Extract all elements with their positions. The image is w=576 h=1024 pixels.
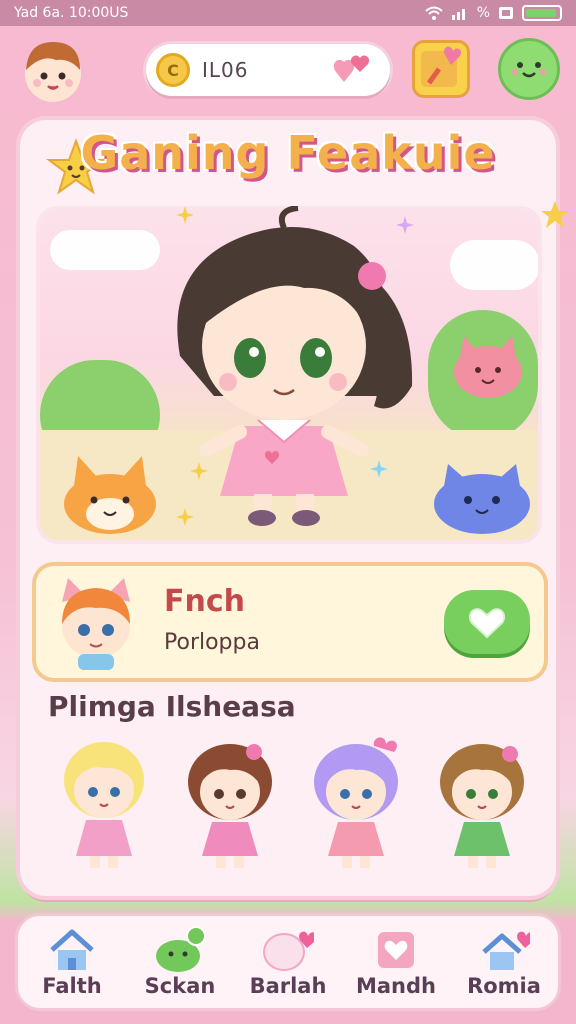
character-list — [40, 732, 540, 872]
profile-subtitle: Porloppa — [164, 630, 260, 655]
hero-character[interactable] — [154, 206, 434, 532]
status-bar: Yad 6a. 10:00US % — [0, 0, 576, 26]
coin-icon: C — [156, 53, 190, 87]
heart-home-icon — [482, 931, 530, 970]
signal-icon — [451, 9, 465, 20]
character-card-green[interactable] — [428, 732, 536, 872]
heart-icon — [468, 608, 506, 639]
nav-item-barlah[interactable]: Barlah — [236, 916, 340, 1008]
bottom-nav: Falth Sckan Barlah Mandh Romia — [18, 916, 558, 1008]
sparkle-icon — [370, 460, 388, 478]
coin-symbol: C — [167, 60, 179, 80]
slime-face-icon — [511, 62, 547, 78]
cloud — [450, 240, 538, 290]
cloud — [50, 230, 160, 270]
profile-name: Fnch — [164, 584, 245, 619]
hearts-icon — [333, 55, 370, 82]
slime-icon — [156, 926, 206, 972]
sparkle-icon — [176, 508, 194, 526]
star-icon — [541, 201, 569, 228]
sparkle-icon — [396, 216, 414, 234]
character-card-purple[interactable] — [302, 732, 410, 872]
profile-avatar — [62, 578, 130, 670]
sparkle-icon — [190, 462, 208, 480]
fox-pet-icon — [64, 456, 156, 534]
status-left-text: Yad 6a. 10:00US — [14, 5, 129, 21]
nav-label: Falth — [42, 974, 102, 998]
event-button[interactable] — [412, 40, 470, 98]
home-icon — [50, 929, 94, 970]
screenshot-icon — [499, 7, 513, 19]
nav-label: Romia — [467, 974, 541, 998]
like-button[interactable] — [444, 590, 530, 654]
sparkle-icon — [176, 206, 194, 224]
nav-item-falth[interactable]: Falth — [20, 916, 124, 1008]
battery-fill — [526, 9, 556, 17]
battery-percent-text: % — [476, 5, 490, 21]
nav-label: Barlah — [249, 974, 327, 998]
slime-friend-button[interactable] — [498, 38, 560, 100]
nav-item-romia[interactable]: Romia — [452, 916, 556, 1008]
nav-label: Sckan — [144, 974, 216, 998]
nav-label: Mandh — [355, 974, 436, 998]
heart-card-icon — [378, 932, 414, 968]
event-heart-icon — [421, 46, 462, 87]
character-card-brown[interactable] — [176, 732, 284, 872]
game-title: Ganing Feakuie — [80, 126, 496, 180]
top-bar: C IL06 — [0, 34, 576, 106]
speech-heart-icon — [263, 931, 314, 971]
coin-balance-pill[interactable]: C IL06 — [146, 44, 390, 96]
player-avatar-button[interactable] — [18, 36, 88, 106]
character-card-blonde[interactable] — [50, 732, 158, 872]
blue-pet-icon — [434, 464, 530, 534]
status-right-group: % — [425, 5, 562, 21]
section-title: Plimga Ilsheasa — [48, 690, 296, 723]
pink-pet-icon — [454, 336, 522, 398]
battery-icon — [522, 5, 562, 21]
coin-value: IL06 — [202, 58, 249, 82]
wifi-icon — [425, 6, 443, 20]
nav-item-mandh[interactable]: Mandh — [344, 916, 448, 1008]
nav-item-sckan[interactable]: Sckan — [128, 916, 232, 1008]
